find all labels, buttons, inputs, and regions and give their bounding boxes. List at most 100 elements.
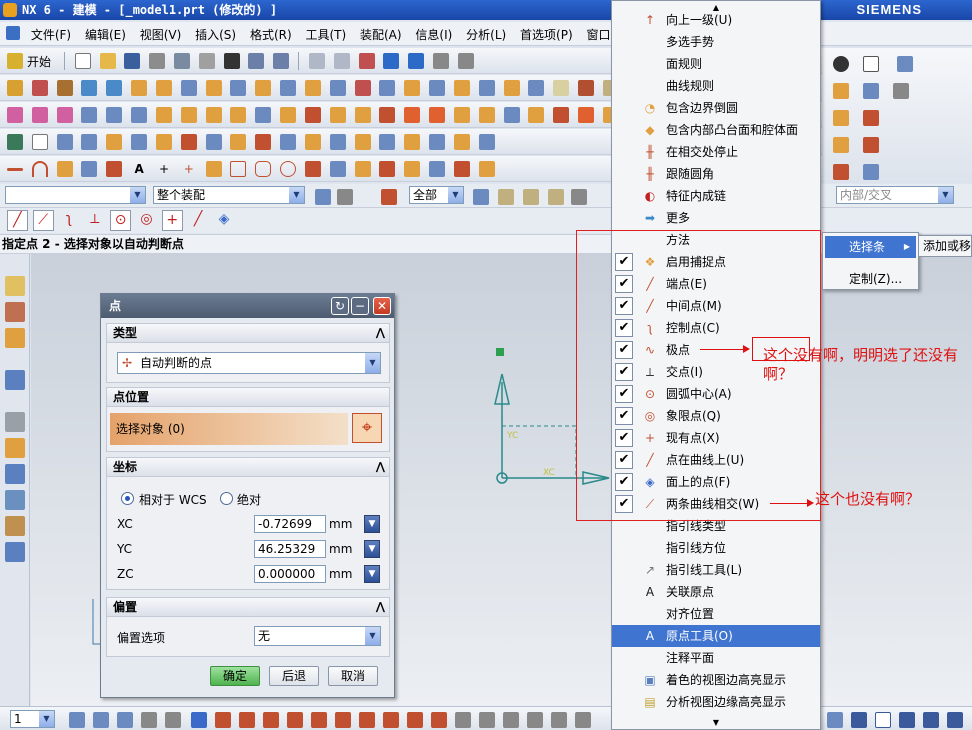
ime-tool-icon[interactable] <box>827 712 843 728</box>
snap-point-icon[interactable] <box>381 189 397 205</box>
menu-insert[interactable]: 插入(S) <box>190 22 241 47</box>
snap-on-face-icon[interactable]: ◈ <box>213 210 234 231</box>
snap-on-curve-icon[interactable]: ╱ <box>188 210 209 231</box>
fit-view-icon[interactable] <box>408 53 425 69</box>
surface-icon-5[interactable] <box>106 107 123 123</box>
chevron-down-icon[interactable]: ▼ <box>39 711 54 727</box>
work-layer-select[interactable]: 1 ▼ <box>10 710 55 728</box>
roles-icon[interactable] <box>5 516 25 536</box>
bottom-tool-icon-3[interactable] <box>239 712 255 728</box>
open-folder-icon[interactable] <box>99 53 116 69</box>
surface-icon-18[interactable] <box>429 107 446 123</box>
menu-assembly[interactable]: 装配(A) <box>355 22 407 47</box>
section-curve-icon[interactable] <box>429 161 446 177</box>
select-tool-icon-5[interactable] <box>571 189 587 205</box>
layer-settings-icon[interactable] <box>69 712 85 728</box>
surface-tool-icon[interactable] <box>833 110 849 126</box>
surface-icon-13[interactable] <box>304 107 321 123</box>
surface-icon-10[interactable] <box>230 107 247 123</box>
menu-item[interactable]: 曲线规则 <box>612 75 820 97</box>
chevron-down-icon[interactable]: ▼ <box>365 353 380 373</box>
ime-chinese-icon[interactable] <box>899 712 915 728</box>
absolute-radio[interactable] <box>220 492 233 505</box>
extrude-icon[interactable] <box>31 80 48 96</box>
project-curve-icon[interactable] <box>379 161 396 177</box>
collapse-icon[interactable]: ⋀ <box>376 458 385 476</box>
surface-edit-icon[interactable] <box>863 110 879 126</box>
snap-midpoint-icon[interactable]: ⟋ <box>32 210 54 231</box>
close-icon[interactable]: ✕ <box>373 297 391 315</box>
menu-item[interactable]: A 原点工具(O) <box>612 625 820 647</box>
sphere-icon[interactable] <box>155 80 172 96</box>
move-to-layer-icon[interactable] <box>141 712 157 728</box>
arc-icon[interactable] <box>31 161 48 177</box>
text-icon[interactable]: A <box>131 161 147 177</box>
menu-item[interactable]: ◆ 包含内部凸台面和腔体面 <box>612 119 820 141</box>
select-tool-icon-3[interactable] <box>523 189 539 205</box>
snap-control-icon[interactable]: ʅ <box>58 210 79 231</box>
surface-icon-20[interactable] <box>478 107 495 123</box>
collapse-icon[interactable]: ⋀ <box>376 324 385 342</box>
surface-icon-15[interactable] <box>354 107 371 123</box>
surface-icon-23[interactable] <box>553 107 570 123</box>
new-file-icon[interactable] <box>74 53 91 69</box>
offset-option-select[interactable]: 无 ▼ <box>254 626 381 646</box>
delete-icon[interactable] <box>223 53 240 69</box>
general-select-icon[interactable] <box>315 189 331 205</box>
surface-icon-1[interactable] <box>7 107 23 123</box>
surface-icon-11[interactable] <box>255 107 272 123</box>
deform-icon[interactable] <box>404 134 421 150</box>
snap-intersect-icon[interactable]: ⟂ <box>84 210 105 231</box>
bottom-tool-icon-9[interactable] <box>383 712 399 728</box>
reposition-icon[interactable] <box>106 134 123 150</box>
bottom-tool-icon-11[interactable] <box>431 712 447 728</box>
thread-icon[interactable] <box>553 80 570 96</box>
mirror-icon[interactable] <box>578 80 595 96</box>
menu-item[interactable]: ▣ 着色的视图边高亮显示 <box>612 669 820 691</box>
hole-icon[interactable] <box>180 80 197 96</box>
replace-icon[interactable] <box>155 134 172 150</box>
menu-edit[interactable]: 编辑(E) <box>80 22 131 47</box>
menu-item[interactable]: ◔ 包含边界倒圆 <box>612 97 820 119</box>
menu-item[interactable]: ╫ 在相交处停止 <box>612 141 820 163</box>
history-icon[interactable] <box>5 412 25 432</box>
chevron-down-icon[interactable]: ▼ <box>365 627 380 645</box>
menu-preferences[interactable]: 首选项(P) <box>515 22 578 47</box>
bottom-tool-icon-15[interactable] <box>527 712 543 728</box>
bottom-tool-icon-6[interactable] <box>311 712 327 728</box>
select-object-row[interactable]: 选择对象 (0) <box>110 413 348 445</box>
pocket-icon[interactable] <box>230 80 247 96</box>
xc-input[interactable]: -0.72699 <box>254 515 326 533</box>
constraint-icon[interactable] <box>429 134 446 150</box>
bottom-tool-icon-7[interactable] <box>335 712 351 728</box>
bottom-tool-icon-1[interactable] <box>191 712 207 728</box>
assembly-icon[interactable] <box>7 134 23 150</box>
surface-icon-12[interactable] <box>280 107 297 123</box>
surface-icon-19[interactable] <box>453 107 470 123</box>
bottom-tool-icon-13[interactable] <box>479 712 495 728</box>
surface-icon-3[interactable] <box>56 107 73 123</box>
new-component-icon[interactable] <box>31 134 48 150</box>
bottom-tool-icon-8[interactable] <box>359 712 375 728</box>
cut-icon[interactable] <box>149 53 166 69</box>
redo-icon[interactable] <box>273 53 290 69</box>
chamfer-curve-icon[interactable] <box>205 161 222 177</box>
minimize-icon[interactable]: − <box>351 297 369 315</box>
shading-icon[interactable] <box>833 56 849 72</box>
ellipse-icon[interactable] <box>280 161 297 177</box>
cancel-button[interactable]: 取消 <box>328 666 378 686</box>
offset-curve-icon[interactable] <box>304 161 321 177</box>
edit-object-icon[interactable] <box>308 53 325 69</box>
reset-icon[interactable]: ↻ <box>331 297 349 315</box>
start-icon[interactable] <box>7 53 23 69</box>
point-constructor-icon[interactable]: ⌖ <box>352 413 382 443</box>
surface-icon-7[interactable] <box>155 107 172 123</box>
bottom-tool-icon-4[interactable] <box>263 712 279 728</box>
zoom-icon[interactable] <box>433 53 450 69</box>
explode-icon[interactable] <box>205 134 222 150</box>
surface-icon-24[interactable] <box>578 107 595 123</box>
layer-visible-icon[interactable] <box>93 712 109 728</box>
slot-icon[interactable] <box>280 80 297 96</box>
block-icon[interactable] <box>81 80 98 96</box>
menu-item[interactable]: ↑ 向上一级(U) <box>612 9 820 31</box>
